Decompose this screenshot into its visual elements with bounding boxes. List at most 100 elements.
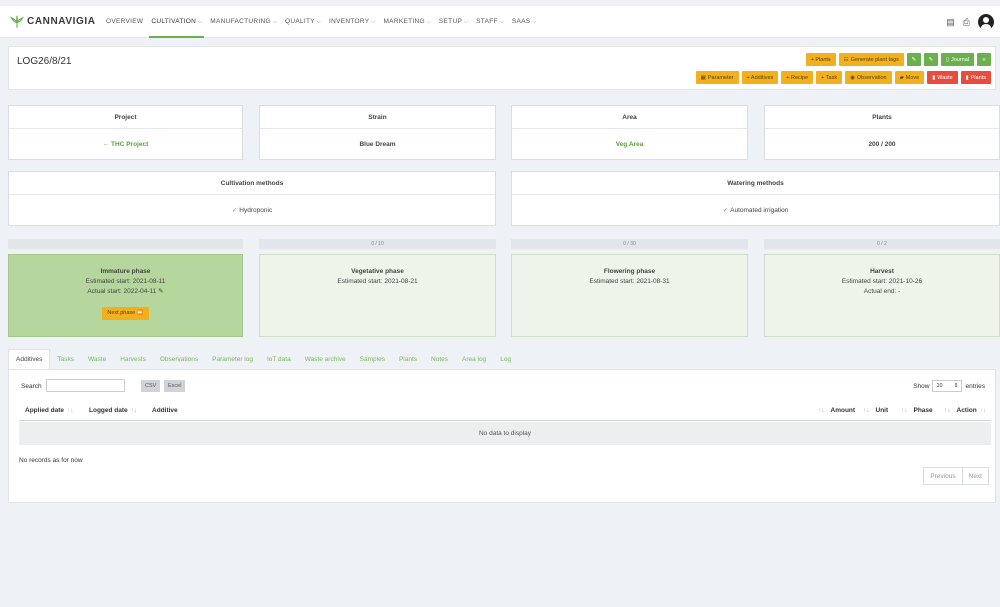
tab-tasks[interactable]: Tasks bbox=[50, 349, 81, 369]
sort-icon: ↑↓ bbox=[863, 407, 870, 414]
phase-progress-text: 0 / 2 bbox=[877, 241, 887, 247]
column-logged-date[interactable]: Logged date ↑↓ bbox=[89, 407, 137, 414]
tab-log[interactable]: Log bbox=[493, 349, 518, 369]
pencil-icon: ✎ bbox=[928, 56, 934, 63]
area-link[interactable]: Veg Area bbox=[616, 141, 644, 148]
file-icon: ▯ bbox=[945, 56, 949, 63]
list-icon[interactable]: ▤ bbox=[946, 17, 955, 28]
tab-parameter-log[interactable]: Parameter log bbox=[205, 349, 260, 369]
chevron-down-icon: ⌵ bbox=[426, 18, 431, 25]
header-actions-row-2: ▦ Parameter + Additives + Recipe + Task ◉… bbox=[695, 71, 991, 84]
grid-icon: ▦ bbox=[700, 74, 706, 81]
watering-methods-card: Watering methods ✓ Automated irrigation bbox=[511, 171, 1000, 226]
sort-icon: ↑↓ bbox=[979, 407, 987, 414]
nav-label: SETUP bbox=[438, 18, 463, 25]
plants-card: Plants 200 / 200 bbox=[764, 105, 1000, 160]
chevron-down-icon: ⌵ bbox=[272, 18, 277, 25]
move-button[interactable]: ▰ Move bbox=[894, 71, 925, 84]
chevron-down-icon: ⌵ bbox=[316, 18, 321, 25]
nav-label: SAAS bbox=[511, 18, 531, 25]
pencil-icon: ✎ bbox=[911, 56, 917, 63]
card-label: Area bbox=[512, 106, 747, 129]
parameter-button[interactable]: ▦ Parameter bbox=[695, 71, 739, 84]
phase-progress-vegetative: 0 / 10 bbox=[259, 239, 496, 249]
tab-samples[interactable]: Samples bbox=[353, 349, 392, 369]
column-label: Action bbox=[956, 407, 977, 414]
button-label: Waste bbox=[937, 74, 953, 81]
column-action[interactable]: ↑↓ Action ↑↓ bbox=[941, 407, 986, 414]
nav-setup[interactable]: SETUP ⌵ bbox=[435, 6, 472, 38]
nav-label: INVENTORY bbox=[328, 18, 370, 25]
search-input[interactable] bbox=[46, 379, 125, 392]
nav-staff[interactable]: STAFF ⌵ bbox=[472, 6, 508, 38]
button-label: + Recipe bbox=[786, 74, 809, 81]
edit-button[interactable]: ✎ bbox=[906, 53, 921, 66]
cultivation-methods-card: Cultivation methods ✓ Hydroponic bbox=[8, 171, 496, 226]
add-recipe-button[interactable]: + Recipe bbox=[781, 71, 814, 84]
nav-marketing[interactable]: MARKETING ⌵ bbox=[379, 6, 434, 38]
export-csv-button[interactable]: CSV bbox=[141, 380, 161, 392]
top-navbar: CANNAVIGIA OVERVIEW CULTIVATION ⌵ MANUFAC… bbox=[0, 6, 1000, 38]
nav-label: STAFF bbox=[476, 18, 498, 25]
edit-alt-button[interactable]: ✎ bbox=[923, 53, 938, 66]
project-link[interactable]: ← THC Project bbox=[103, 141, 149, 148]
add-task-button[interactable]: + Task bbox=[816, 71, 843, 84]
cultivation-method-value: Hydroponic bbox=[239, 206, 273, 214]
tab-plants[interactable]: Plants bbox=[392, 349, 424, 369]
nav-manufacturing[interactable]: MANUFACTURING ⌵ bbox=[206, 6, 281, 38]
tab-notes[interactable]: Notes bbox=[424, 349, 455, 369]
remove-plants-button[interactable]: ▮ Plants bbox=[960, 71, 991, 84]
waste-button[interactable]: ▮ Waste bbox=[927, 71, 958, 84]
print-icon[interactable]: ⎙ bbox=[963, 17, 970, 28]
watering-method-value: Automated irrigation bbox=[730, 206, 789, 214]
page-length-control: Show 10 ⇕ entries bbox=[913, 380, 985, 392]
nav-saas[interactable]: SAAS ⌵ bbox=[508, 6, 541, 38]
tab-waste-archive[interactable]: Waste archive bbox=[298, 349, 353, 369]
nav-label: MARKETING bbox=[383, 18, 425, 25]
column-applied-date[interactable]: Applied date ↑↓ bbox=[25, 407, 74, 414]
nav-quality[interactable]: QUALITY ⌵ bbox=[281, 6, 325, 38]
phase-actual-start[interactable]: Actual start: 2022-04-11 ✎ bbox=[9, 287, 242, 297]
entries-label: entries bbox=[965, 382, 985, 390]
phase-card-flowering: Flowering phase Estimated start: 2021-08… bbox=[511, 254, 748, 337]
export-excel-button[interactable]: Excel bbox=[164, 380, 186, 392]
add-plants-button[interactable]: + Plants bbox=[805, 53, 836, 66]
page-length-select[interactable]: 10 ⇕ bbox=[932, 380, 963, 392]
menu-button[interactable]: ≡ bbox=[977, 53, 991, 66]
phase-card-harvest: Harvest Estimated start: 2021-10-26 Actu… bbox=[764, 254, 1000, 337]
hamburger-icon: ≡ bbox=[982, 56, 986, 63]
previous-page-button[interactable]: Previous bbox=[924, 468, 961, 484]
journal-button[interactable]: ▯ Journal bbox=[940, 53, 974, 66]
button-label: Observation bbox=[856, 74, 887, 81]
next-page-button[interactable]: Next bbox=[961, 468, 988, 484]
tab-additives[interactable]: Additives bbox=[8, 349, 51, 369]
column-unit[interactable]: ↑↓ Unit bbox=[860, 407, 888, 414]
nav-inventory[interactable]: INVENTORY ⌵ bbox=[325, 6, 379, 38]
phase-card-vegetative: Vegetative phase Estimated start: 2021-0… bbox=[259, 254, 496, 337]
tab-waste[interactable]: Waste bbox=[81, 349, 113, 369]
add-additives-button[interactable]: + Additives bbox=[741, 71, 779, 84]
column-additive[interactable]: Additive bbox=[152, 407, 178, 414]
column-amount[interactable]: ↑↓ Amount bbox=[815, 407, 855, 414]
column-phase[interactable]: ↑↓ Phase bbox=[898, 407, 933, 414]
page-title: LOG26/8/21 bbox=[17, 56, 72, 67]
phase-estimated-start: Estimated start: 2021-10-26 bbox=[841, 278, 923, 285]
avatar[interactable] bbox=[978, 14, 994, 30]
check-icon: ✓ bbox=[231, 207, 238, 214]
next-phase-button[interactable]: Next phase ⏩ bbox=[102, 307, 149, 320]
project-card: Project ← THC Project bbox=[8, 105, 243, 160]
phase-actual-end: Actual end: - bbox=[863, 288, 901, 295]
tab-observations[interactable]: Observations bbox=[153, 349, 205, 369]
nav-actions: ▤ ⎙ bbox=[946, 6, 994, 38]
tab-iot-data[interactable]: IoT data bbox=[260, 349, 298, 369]
brand-logo[interactable]: CANNAVIGIA bbox=[10, 15, 102, 29]
tab-harvests[interactable]: Harvests bbox=[113, 349, 153, 369]
observation-button[interactable]: ◉ Observation bbox=[845, 71, 892, 84]
tab-area-log[interactable]: Area log bbox=[455, 349, 493, 369]
nav-cultivation[interactable]: CULTIVATION ⌵ bbox=[147, 6, 206, 38]
sort-icon: ↑↓ bbox=[67, 407, 74, 414]
column-label: Phase bbox=[913, 407, 933, 414]
nav-overview[interactable]: OVERVIEW bbox=[102, 6, 147, 38]
card-label: Strain bbox=[260, 106, 495, 129]
generate-plant-tags-button[interactable]: ☷ Generate plant tags bbox=[838, 53, 904, 66]
